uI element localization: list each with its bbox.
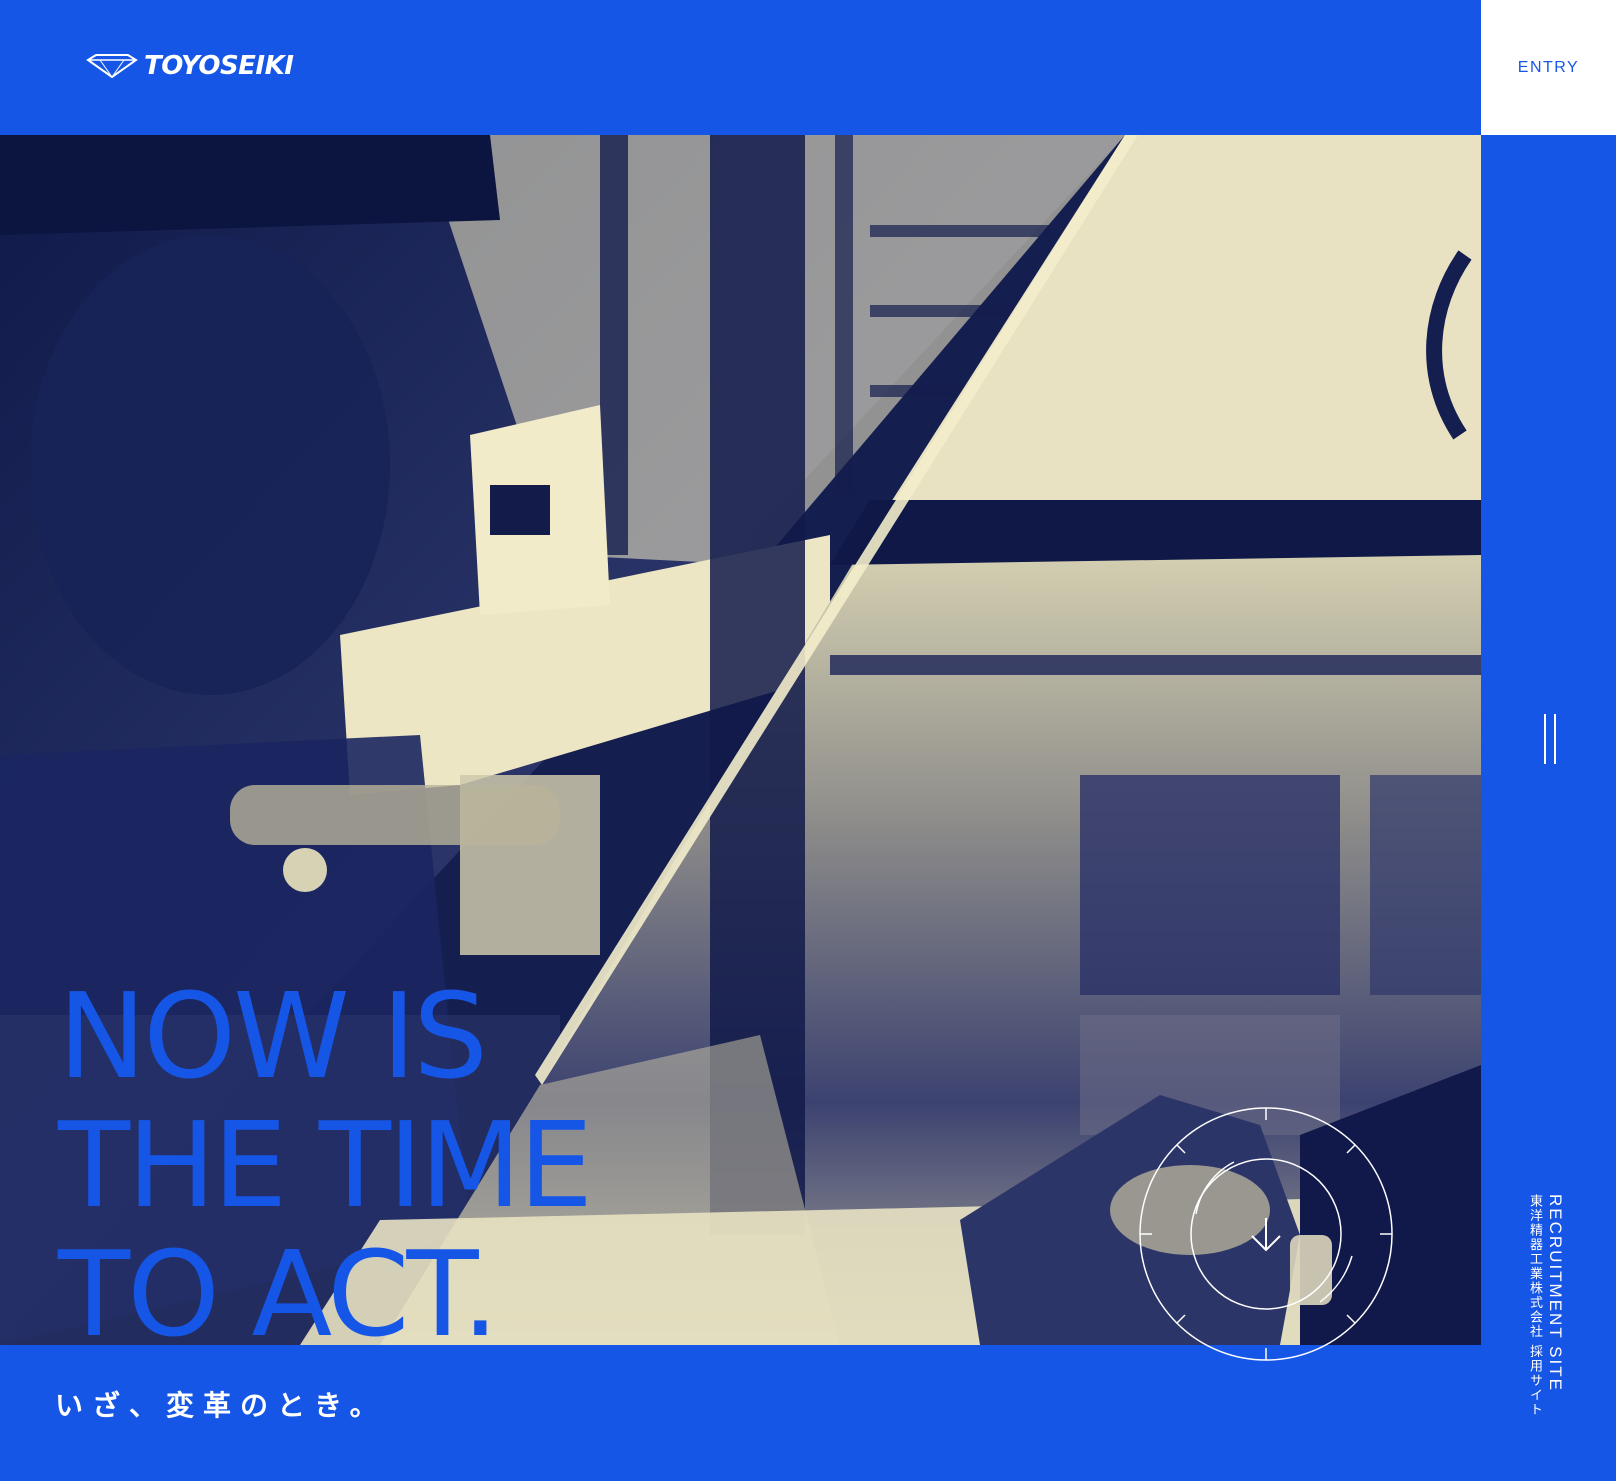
headline-line-1: NOW IS xyxy=(58,967,488,1105)
headline-line-3: TO ACT. xyxy=(58,1225,499,1363)
hero-subcopy: いざ、変革のとき。 xyxy=(55,1389,387,1422)
scroll-dial-icon xyxy=(1139,1107,1393,1361)
headline-line-2: THE TIME xyxy=(58,1096,593,1234)
site-logo[interactable]: TOYOSEIKI xyxy=(86,50,294,82)
arrow-down-icon xyxy=(1251,1218,1281,1252)
hamburger-vertical-icon xyxy=(1554,714,1556,764)
page: TOYOSEIKI ENTRY NOW IS THE TIME TO ACT. … xyxy=(0,0,1616,1481)
diamond-logo-icon xyxy=(86,54,138,78)
site-header: TOYOSEIKI xyxy=(0,0,1481,135)
site-label-en: RECRUITMENT SITE xyxy=(1546,1194,1565,1392)
brand-name: TOYOSEIKI xyxy=(144,51,294,81)
hero-headline: NOW IS THE TIME TO ACT. xyxy=(58,967,593,1363)
entry-button[interactable]: ENTRY xyxy=(1481,0,1616,135)
site-label-jp: 東洋精器工業株式会社 採用サイト xyxy=(1527,1194,1542,1418)
menu-button[interactable] xyxy=(1536,714,1564,764)
scroll-down-button[interactable] xyxy=(1136,1104,1396,1364)
hamburger-vertical-icon xyxy=(1544,714,1546,764)
